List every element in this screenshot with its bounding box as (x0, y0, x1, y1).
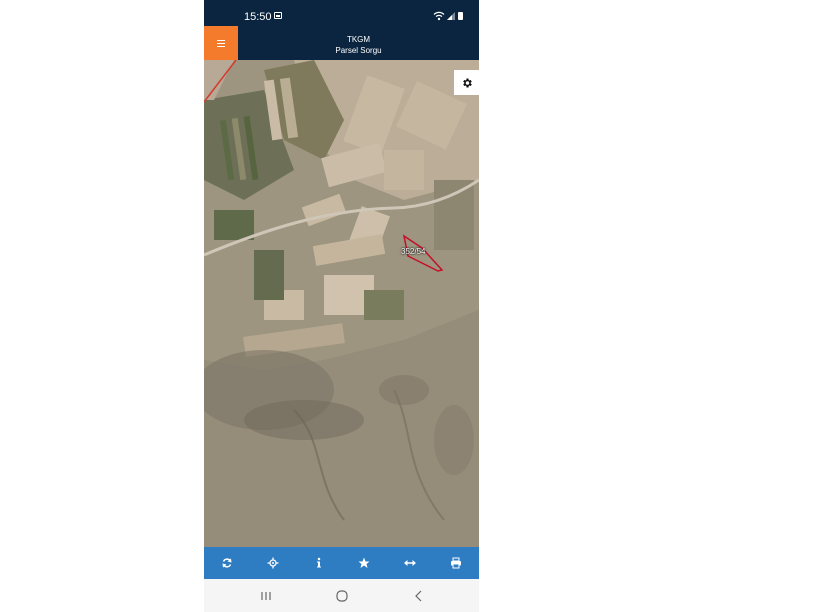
wifi-icon (433, 11, 445, 21)
signal-icon (447, 12, 455, 20)
status-bar: 15:50 (204, 0, 479, 26)
status-time: 15:50 (244, 11, 272, 23)
gallery-icon (274, 12, 282, 19)
info-icon (316, 557, 321, 568)
locate-button[interactable] (259, 549, 287, 577)
menu-button[interactable] (204, 26, 238, 60)
print-icon (451, 557, 462, 569)
arrows-horizontal-icon (404, 560, 417, 566)
status-icons (433, 11, 465, 21)
battery-icon (458, 12, 463, 20)
parcel-label[interactable]: 352/54 (401, 247, 425, 256)
home-icon[interactable] (335, 589, 349, 603)
system-nav-bar (204, 579, 479, 612)
star-icon (358, 557, 370, 568)
satellite-map[interactable]: 352/54 (204, 60, 479, 547)
phone-screen: 15:50 TKGM Parsel Sorgu 352/54 (204, 0, 479, 612)
measure-button[interactable] (396, 549, 424, 577)
refresh-icon (222, 558, 232, 568)
gear-icon (462, 78, 472, 87)
hamburger-menu-icon (217, 39, 225, 47)
settings-button[interactable] (454, 70, 479, 95)
print-button[interactable] (442, 549, 470, 577)
refresh-button[interactable] (213, 549, 241, 577)
app-subtitle: Parsel Sorgu (335, 46, 382, 55)
recent-apps-icon[interactable] (259, 589, 273, 603)
app-bar: TKGM Parsel Sorgu (204, 26, 479, 60)
bottom-toolbar (204, 547, 479, 579)
back-icon[interactable] (412, 589, 426, 603)
app-title-block: TKGM Parsel Sorgu (238, 34, 479, 56)
crosshair-icon (267, 557, 279, 569)
info-button[interactable] (305, 549, 333, 577)
app-title: TKGM (346, 35, 371, 44)
map-imagery (204, 60, 479, 547)
favorites-button[interactable] (350, 549, 378, 577)
